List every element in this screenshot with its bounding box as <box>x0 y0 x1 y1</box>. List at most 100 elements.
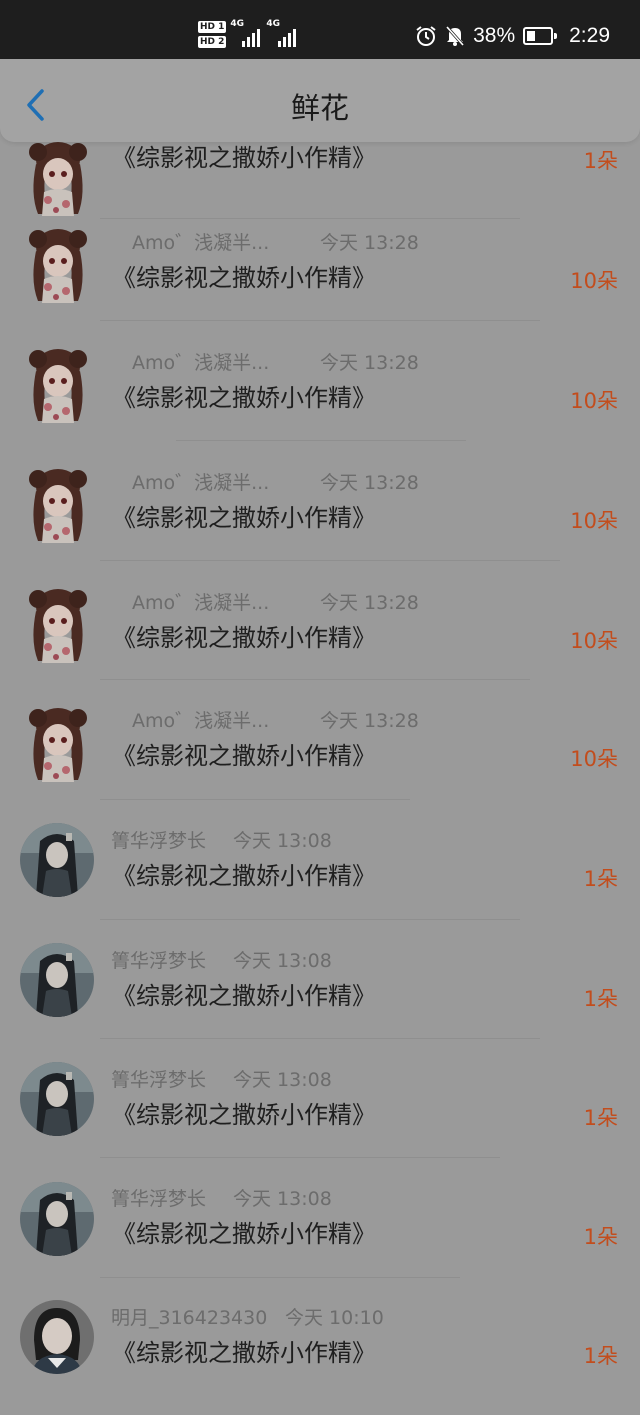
book-title: 《综影视之撒娇小作精》 <box>112 982 376 1010</box>
book-title: 《综影视之撒娇小作精》 <box>112 504 376 532</box>
anime-girl-avatar-icon <box>29 349 87 423</box>
user-line: 明月_316423430 今天 10:10 <box>111 1305 384 1331</box>
book-title: 《综影视之撒娇小作精》 <box>112 144 376 172</box>
divider <box>100 919 520 920</box>
timestamp: 今天 10:10 <box>285 1307 384 1329</box>
divider <box>100 679 530 680</box>
avatar[interactable] <box>20 1062 94 1136</box>
list-item[interactable]: 箐华浮梦长 今天 13:08 《综影视之撒娇小作精》 1朵 <box>0 1177 640 1296</box>
timestamp: 今天 13:08 <box>233 1069 332 1091</box>
avatar[interactable] <box>24 465 92 543</box>
signal-bars-icon <box>242 29 261 47</box>
list-item[interactable]: Amo゛浅凝半... 今天 13:28 《综影视之撒娇小作精》 10朵 <box>0 339 640 458</box>
avatar[interactable] <box>24 225 92 303</box>
divider <box>100 320 540 321</box>
flower-amount: 1朵 <box>583 1106 618 1130</box>
clock: 2:29 <box>569 24 610 47</box>
flower-amount: 1朵 <box>583 1344 618 1368</box>
book-title: 《综影视之撒娇小作精》 <box>112 862 376 890</box>
user-line: Amo゛浅凝半... 今天 13:28 <box>132 590 419 616</box>
volte-indicators: HD 1 HD 2 <box>198 20 227 48</box>
timestamp: 今天 13:28 <box>320 592 419 614</box>
list-item[interactable]: 箐华浮梦长 今天 13:08 《综影视之撒娇小作精》 1朵 <box>0 1057 640 1176</box>
anime-girl-avatar-icon <box>29 589 87 663</box>
list-item[interactable]: Amo゛浅凝半... 今天 13:28 《综影视之撒娇小作精》 10朵 <box>0 459 640 578</box>
anime-girl-avatar-icon <box>29 708 87 782</box>
anime-girl-avatar-icon <box>29 142 87 216</box>
timestamp: 今天 13:08 <box>233 950 332 972</box>
timestamp: 今天 13:28 <box>320 710 419 732</box>
flower-amount: 10朵 <box>570 509 618 533</box>
username[interactable]: Amo゛浅凝半... <box>132 350 269 376</box>
timestamp: 今天 13:28 <box>320 472 419 494</box>
timestamp: 今天 13:28 <box>320 232 419 254</box>
username[interactable]: Amo゛浅凝半... <box>132 470 269 496</box>
list-item[interactable]: 箐华浮梦长 今天 13:08 《综影视之撒娇小作精》 1朵 <box>0 938 640 1057</box>
book-title: 《综影视之撒娇小作精》 <box>112 384 376 412</box>
list-item[interactable]: Amo゛浅凝半... 今天 13:28 《综影视之撒娇小作精》 10朵 <box>0 579 640 698</box>
book-title: 《综影视之撒娇小作精》 <box>112 624 376 652</box>
username[interactable]: 箐华浮梦长 <box>111 948 206 974</box>
photo-avatar-icon <box>20 1062 94 1136</box>
status-right-group: 38% 2:29 <box>415 16 610 56</box>
photo-avatar-icon <box>20 1300 94 1374</box>
photo-avatar-icon <box>20 943 94 1017</box>
signal-bars-icon <box>278 29 297 47</box>
divider <box>100 799 410 800</box>
avatar[interactable] <box>20 1300 94 1374</box>
flower-amount: 1朵 <box>583 149 618 173</box>
list-item[interactable]: 箐华浮梦长 今天 13:08 《综影视之撒娇小作精》 1朵 <box>0 818 640 937</box>
username[interactable]: 箐华浮梦长 <box>111 1067 206 1093</box>
book-title: 《综影视之撒娇小作精》 <box>112 742 376 770</box>
user-line: Amo゛浅凝半... 今天 13:28 <box>132 470 419 496</box>
avatar[interactable] <box>24 345 92 423</box>
header-bar: 鲜花 <box>0 59 640 142</box>
flower-amount: 1朵 <box>583 1225 618 1249</box>
list-item[interactable]: Amo゛浅凝半... 今天 13:28 《综影视之撒娇小作精》 10朵 <box>0 698 640 817</box>
avatar[interactable] <box>20 943 94 1017</box>
list-item[interactable]: Amo゛浅凝半... 今天 13:28 《综影视之撒娇小作精》 10朵 <box>0 219 640 338</box>
flower-amount: 10朵 <box>570 629 618 653</box>
user-line: Amo゛浅凝半... 今天 13:28 <box>132 708 419 734</box>
flower-record-list[interactable]: 《综影视之撒娇小作精》 1朵 Amo゛浅凝半... 今天 13:28 《综影视之… <box>0 0 640 1386</box>
photo-avatar-icon <box>20 1182 94 1256</box>
page-title: 鲜花 <box>290 91 349 125</box>
avatar[interactable] <box>24 704 92 782</box>
username[interactable]: 箐华浮梦长 <box>111 828 206 854</box>
flower-amount: 1朵 <box>583 867 618 891</box>
user-line: 箐华浮梦长 今天 13:08 <box>111 948 332 974</box>
hd2-badge: HD 2 <box>198 35 227 48</box>
book-title: 《综影视之撒娇小作精》 <box>112 1101 376 1129</box>
avatar[interactable] <box>20 1182 94 1256</box>
network-indicators: HD 1 HD 2 4G 4G <box>198 16 298 52</box>
book-title: 《综影视之撒娇小作精》 <box>112 1220 376 1248</box>
flower-amount: 10朵 <box>570 747 618 771</box>
timestamp: 今天 13:08 <box>233 1188 332 1210</box>
username[interactable]: Amo゛浅凝半... <box>132 590 269 616</box>
username[interactable]: Amo゛浅凝半... <box>132 230 269 256</box>
hd1-badge: HD 1 <box>198 20 227 33</box>
battery-icon <box>523 27 558 45</box>
avatar[interactable] <box>24 585 92 663</box>
anime-girl-avatar-icon <box>29 469 87 543</box>
status-bar: HD 1 HD 2 4G 4G 38% 2:29 <box>0 0 640 59</box>
list-item[interactable]: 明月_316423430 今天 10:10 《综影视之撒娇小作精》 1朵 <box>0 1296 640 1415</box>
photo-avatar-icon <box>20 823 94 897</box>
book-title: 《综影视之撒娇小作精》 <box>112 1339 376 1367</box>
divider <box>100 1277 460 1278</box>
timestamp: 今天 13:08 <box>233 830 332 852</box>
timestamp: 今天 13:28 <box>320 352 419 374</box>
flower-amount: 1朵 <box>583 987 618 1011</box>
network-type-label: 4G <box>266 19 281 29</box>
username[interactable]: Amo゛浅凝半... <box>132 708 269 734</box>
username[interactable]: 明月_316423430 <box>111 1305 267 1331</box>
battery-percent: 38% <box>473 24 516 47</box>
avatar[interactable] <box>20 823 94 897</box>
avatar[interactable] <box>24 138 92 216</box>
username[interactable]: 箐华浮梦长 <box>111 1186 206 1212</box>
user-line: 箐华浮梦长 今天 13:08 <box>111 828 332 854</box>
alarm-clock-icon <box>416 26 436 46</box>
bell-off-icon <box>445 26 465 46</box>
battery-level <box>527 31 536 41</box>
user-line: 箐华浮梦长 今天 13:08 <box>111 1186 332 1212</box>
